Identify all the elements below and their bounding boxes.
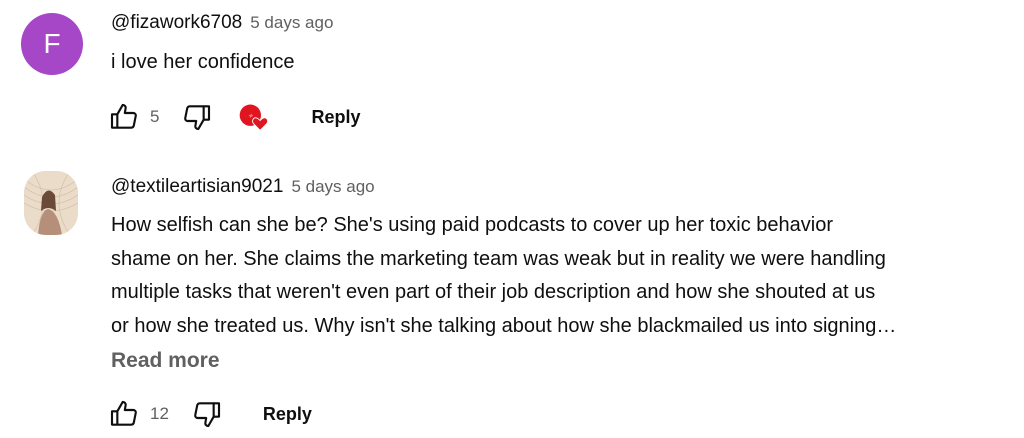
like-count: 5 bbox=[150, 107, 160, 126]
avatar-letter: F bbox=[43, 28, 61, 59]
reply-button[interactable]: Reply bbox=[263, 404, 312, 425]
comment-text: i love her confidence bbox=[111, 46, 294, 80]
avatar-photo-image bbox=[24, 171, 78, 235]
comment-text-line: or how she treated us. Why isn't she tal… bbox=[111, 314, 897, 337]
comment-time[interactable]: 5 days ago bbox=[250, 13, 333, 33]
dislike-button[interactable] bbox=[179, 99, 215, 135]
thumbs-down-icon bbox=[194, 402, 220, 428]
dislike-button[interactable] bbox=[189, 396, 225, 432]
read-more-button[interactable]: Read more bbox=[111, 349, 220, 373]
reply-button[interactable]: Reply bbox=[311, 107, 360, 128]
comment-header: @textileartisian9021 5 days ago bbox=[111, 176, 375, 198]
comment-time[interactable]: 5 days ago bbox=[291, 177, 374, 197]
avatar[interactable]: F bbox=[21, 13, 83, 75]
avatar[interactable] bbox=[24, 171, 78, 235]
like-button[interactable] bbox=[106, 99, 142, 135]
like-button[interactable] bbox=[106, 396, 142, 432]
comment-text-line: i love her confidence bbox=[111, 51, 295, 73]
thumbs-down-icon bbox=[184, 105, 211, 131]
comment-actions: 5 ✧ Reply bbox=[106, 97, 361, 137]
comment-text: How selfish can she be? She's using paid… bbox=[111, 209, 896, 343]
like-count: 12 bbox=[150, 404, 169, 423]
comment-author[interactable]: @fizawork6708 bbox=[111, 12, 242, 34]
comment-text-line: multiple tasks that weren't even part of… bbox=[111, 281, 876, 303]
comment-header: @fizawork6708 5 days ago bbox=[111, 12, 333, 34]
creator-heart-icon: ✧ bbox=[235, 99, 271, 135]
comment-actions: 12 Reply bbox=[106, 394, 312, 434]
thumbs-up-icon bbox=[110, 103, 137, 129]
comment-text-line: shame on her. She claims the marketing t… bbox=[111, 247, 886, 270]
comment-text-line: How selfish can she be? She's using paid… bbox=[111, 214, 834, 236]
comment-author[interactable]: @textileartisian9021 bbox=[111, 176, 283, 198]
thumbs-up-icon bbox=[110, 400, 137, 426]
